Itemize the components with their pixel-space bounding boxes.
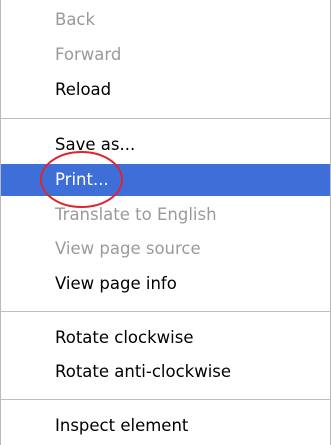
menu-item-view-page-info[interactable]: View page info: [1, 268, 330, 300]
menu-item-rotate-clockwise[interactable]: Rotate clockwise: [1, 322, 330, 354]
menu-item-save-as[interactable]: Save as...: [1, 129, 330, 161]
menu-item-inspect-element[interactable]: Inspect element: [1, 410, 330, 442]
context-menu: Back Forward Reload Save as... Print... …: [0, 0, 331, 445]
menu-item-print[interactable]: Print...: [1, 164, 330, 196]
menu-item-forward: Forward: [55, 45, 122, 64]
menu-item-reload[interactable]: Reload: [1, 74, 330, 106]
menu-item-view-page-source: View page source: [55, 239, 201, 258]
menu-separator: [1, 399, 330, 400]
menu-item-back: Back: [55, 10, 96, 29]
menu-item-translate: Translate to English: [55, 205, 217, 224]
menu-separator: [1, 118, 330, 119]
menu-separator: [1, 311, 330, 312]
menu-item-rotate-anti-clockwise[interactable]: Rotate anti-clockwise: [1, 356, 330, 388]
